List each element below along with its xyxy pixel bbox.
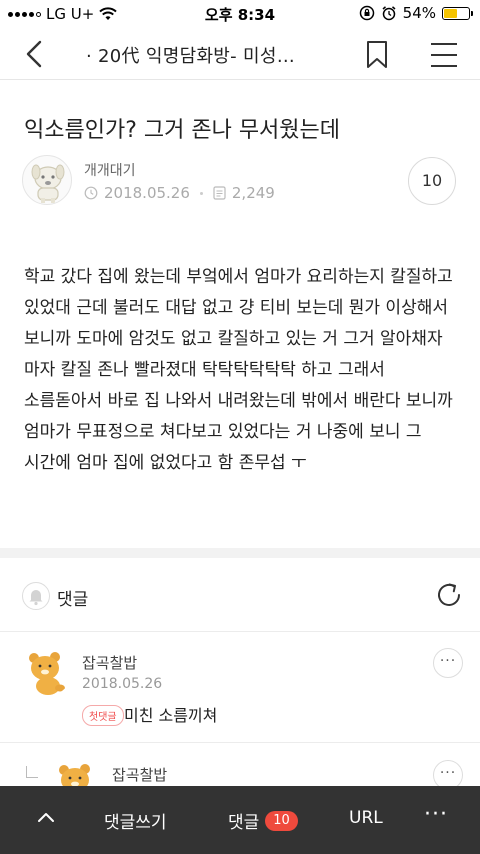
status-right: 54% bbox=[359, 4, 473, 22]
url-button[interactable]: URL bbox=[349, 808, 383, 828]
author-name[interactable]: 개개대기 bbox=[84, 160, 136, 180]
comment-header: 댓글 bbox=[0, 558, 480, 632]
comments-count-badge: 10 bbox=[265, 810, 298, 831]
comment-more-button[interactable]: ··· bbox=[433, 648, 463, 678]
author-avatar[interactable] bbox=[22, 155, 72, 205]
views-icon bbox=[213, 186, 226, 200]
more-options-button[interactable]: ··· bbox=[424, 802, 448, 827]
clock-icon bbox=[84, 186, 98, 200]
comment-section-label: 댓글 bbox=[57, 590, 89, 610]
post-date: 2018.05.26 bbox=[104, 184, 190, 202]
author-avatar-image bbox=[31, 164, 65, 203]
scroll-top-icon[interactable] bbox=[34, 806, 58, 830]
post-meta: 2018.05.26 2,249 bbox=[84, 184, 275, 202]
post-title: 익소름인가? 그거 존나 무서웠는데 bbox=[24, 118, 341, 143]
write-comment-button[interactable]: 댓글쓰기 bbox=[104, 808, 167, 833]
comment-count-button[interactable]: 10 bbox=[408, 157, 456, 205]
comment-date: 2018.05.26 bbox=[82, 676, 163, 692]
comment-text: 미친 소름끼쳐 bbox=[124, 706, 218, 725]
commenter-name[interactable]: 잡곡찰밥 bbox=[82, 652, 137, 673]
refresh-icon[interactable] bbox=[434, 580, 464, 610]
board-title: · 20代 익명담화방- 미성… bbox=[86, 46, 296, 67]
post-body: 학교 갔다 집에 왔는데 부엌에서 엄마가 요리하는지 칼질하고 있었대 근데 … bbox=[24, 267, 453, 473]
comments-button[interactable]: 댓글 10 bbox=[228, 808, 298, 833]
comments-button-label: 댓글 bbox=[228, 813, 260, 833]
battery-icon bbox=[442, 6, 473, 20]
nav-bar: · 20代 익명담화방- 미성… bbox=[0, 28, 480, 80]
bell-icon bbox=[29, 590, 43, 606]
bookmark-icon[interactable] bbox=[360, 38, 394, 72]
bottom-toolbar: 댓글쓰기 댓글 10 URL ··· bbox=[0, 786, 480, 854]
reply-indicator-icon bbox=[26, 766, 38, 778]
menu-icon[interactable] bbox=[426, 38, 462, 72]
notification-toggle[interactable] bbox=[22, 582, 50, 610]
meta-separator bbox=[199, 191, 203, 195]
section-divider bbox=[0, 548, 480, 558]
first-comment-badge: 첫댓글 bbox=[82, 705, 124, 726]
battery-percent: 54% bbox=[402, 4, 436, 22]
rotation-lock-icon bbox=[359, 5, 374, 21]
alarm-icon bbox=[382, 6, 396, 21]
commenter-name[interactable]: 잡곡찰밥 bbox=[112, 764, 167, 785]
status-bar: LG U+ 오후 8:34 54% bbox=[0, 0, 480, 28]
comment-divider bbox=[0, 742, 480, 743]
commenter-avatar[interactable] bbox=[22, 646, 72, 696]
ryan-character-icon bbox=[29, 652, 65, 695]
back-icon[interactable] bbox=[18, 36, 54, 72]
post-views: 2,249 bbox=[231, 184, 275, 202]
